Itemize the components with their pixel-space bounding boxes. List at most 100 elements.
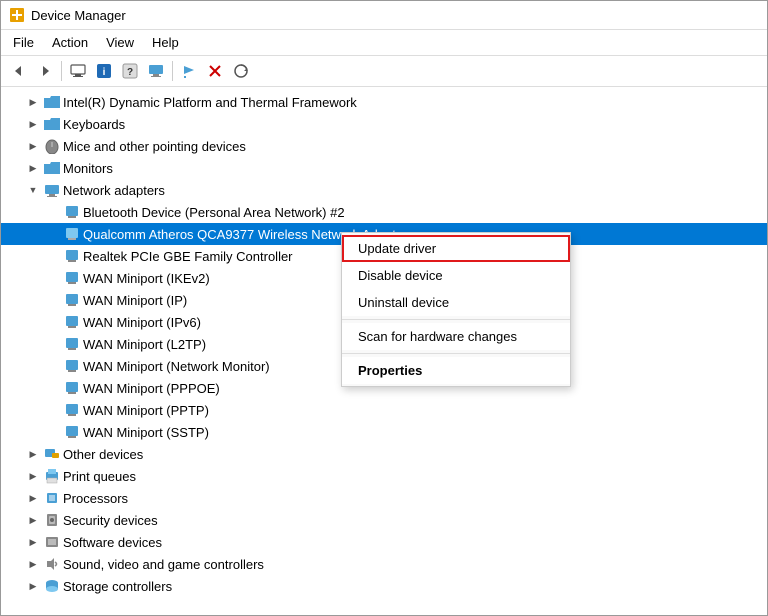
tree-item-processors[interactable]: Processors: [1, 487, 767, 509]
delete-button[interactable]: [203, 59, 227, 83]
menu-help[interactable]: Help: [144, 32, 187, 53]
tree-item-security[interactable]: Security devices: [1, 509, 767, 531]
folder-icon-intel: [44, 94, 60, 110]
wan-ikev2-label: WAN Miniport (IKEv2): [83, 271, 210, 286]
software-label: Software devices: [63, 535, 162, 550]
context-menu-uninstall-device[interactable]: Uninstall device: [342, 289, 570, 316]
wan-nm-label: WAN Miniport (Network Monitor): [83, 359, 270, 374]
tree-item-bluetooth[interactable]: Bluetooth Device (Personal Area Network)…: [1, 201, 767, 223]
svg-text:?: ?: [127, 67, 133, 78]
network-device-icon-wan-sstp: [64, 424, 80, 440]
wan-ipv6-label: WAN Miniport (IPv6): [83, 315, 201, 330]
tree-item-other[interactable]: Other devices: [1, 443, 767, 465]
other-label: Other devices: [63, 447, 143, 462]
context-menu-update-driver[interactable]: Update driver: [342, 235, 570, 262]
folder-icon-keyboards: [44, 116, 60, 132]
tree-item-software[interactable]: Software devices: [1, 531, 767, 553]
tree-item-network[interactable]: Network adapters: [1, 179, 767, 201]
back-button[interactable]: [7, 59, 31, 83]
menu-file[interactable]: File: [5, 32, 42, 53]
network-label: Network adapters: [63, 183, 165, 198]
expander-intel[interactable]: [25, 94, 41, 110]
tree-item-sound[interactable]: Sound, video and game controllers: [1, 553, 767, 575]
expander-security[interactable]: [25, 512, 41, 528]
forward-button[interactable]: [33, 59, 57, 83]
tree-item-wan-sstp[interactable]: WAN Miniport (SSTP): [1, 421, 767, 443]
tree-item-mice[interactable]: Mice and other pointing devices: [1, 135, 767, 157]
expander-keyboards[interactable]: [25, 116, 41, 132]
network-device-icon-realtek: [64, 248, 80, 264]
processors-icon: [44, 490, 60, 506]
wan-sstp-label: WAN Miniport (SSTP): [83, 425, 209, 440]
mouse-icon: [44, 138, 60, 154]
toolbar: i ?: [1, 56, 767, 87]
storage-label: Storage controllers: [63, 579, 172, 594]
storage-icon: [44, 578, 60, 594]
tree-item-print[interactable]: Print queues: [1, 465, 767, 487]
tree-item-keyboards[interactable]: Keyboards: [1, 113, 767, 135]
tree-item-storage[interactable]: Storage controllers: [1, 575, 767, 597]
print-label: Print queues: [63, 469, 136, 484]
computer-button[interactable]: [66, 59, 90, 83]
flag-button[interactable]: [177, 59, 201, 83]
keyboards-label: Keyboards: [63, 117, 125, 132]
wan-l2tp-label: WAN Miniport (L2TP): [83, 337, 206, 352]
menu-action[interactable]: Action: [44, 32, 96, 53]
expander-network[interactable]: [25, 182, 41, 198]
network-device-icon-wan-ipv6: [64, 314, 80, 330]
intel-label: Intel(R) Dynamic Platform and Thermal Fr…: [63, 95, 357, 110]
info-button[interactable]: i: [92, 59, 116, 83]
toolbar-sep-1: [61, 61, 62, 81]
context-menu: Update driver Disable device Uninstall d…: [341, 232, 571, 387]
processors-label: Processors: [63, 491, 128, 506]
network-icon: [44, 182, 60, 198]
context-menu-properties[interactable]: Properties: [342, 357, 570, 384]
security-label: Security devices: [63, 513, 158, 528]
expander-storage[interactable]: [25, 578, 41, 594]
context-menu-scan[interactable]: Scan for hardware changes: [342, 323, 570, 350]
help-button[interactable]: ?: [118, 59, 142, 83]
menu-view[interactable]: View: [98, 32, 142, 53]
expander-sound[interactable]: [25, 556, 41, 572]
toolbar-sep-2: [172, 61, 173, 81]
device-manager-window: Device Manager File Action View Help i: [0, 0, 768, 616]
refresh-button[interactable]: [229, 59, 253, 83]
network-device-icon-wan-nm: [64, 358, 80, 374]
tree-item-intel[interactable]: Intel(R) Dynamic Platform and Thermal Fr…: [1, 91, 767, 113]
software-icon: [44, 534, 60, 550]
window-title: Device Manager: [31, 8, 126, 23]
tree-item-monitors[interactable]: Monitors: [1, 157, 767, 179]
network-device-icon-wan-pptp: [64, 402, 80, 418]
other-devices-icon: [44, 446, 60, 462]
security-icon: [44, 512, 60, 528]
wan-pptp-label: WAN Miniport (PPTP): [83, 403, 209, 418]
sound-icon: [44, 556, 60, 572]
realtek-label: Realtek PCIe GBE Family Controller: [83, 249, 293, 264]
tree-content[interactable]: Intel(R) Dynamic Platform and Thermal Fr…: [1, 87, 767, 615]
expander-software[interactable]: [25, 534, 41, 550]
sound-label: Sound, video and game controllers: [63, 557, 264, 572]
expander-mice[interactable]: [25, 138, 41, 154]
menu-bar: File Action View Help: [1, 30, 767, 56]
expander-monitors[interactable]: [25, 160, 41, 176]
expander-processors[interactable]: [25, 490, 41, 506]
monitor-button[interactable]: [144, 59, 168, 83]
bluetooth-label: Bluetooth Device (Personal Area Network)…: [83, 205, 345, 220]
context-menu-disable-device[interactable]: Disable device: [342, 262, 570, 289]
tree-item-wan-pptp[interactable]: WAN Miniport (PPTP): [1, 399, 767, 421]
expander-print[interactable]: [25, 468, 41, 484]
network-device-icon-wan-pppoe: [64, 380, 80, 396]
network-device-icon-wan-ip: [64, 292, 80, 308]
network-device-icon-wan-ikev2: [64, 270, 80, 286]
monitors-label: Monitors: [63, 161, 113, 176]
context-menu-sep-2: [342, 353, 570, 354]
network-device-icon-qualcomm: [64, 226, 80, 242]
network-device-icon-bluetooth: [64, 204, 80, 220]
mice-label: Mice and other pointing devices: [63, 139, 246, 154]
network-device-icon-wan-l2tp: [64, 336, 80, 352]
wan-pppoe-label: WAN Miniport (PPPOE): [83, 381, 220, 396]
expander-other[interactable]: [25, 446, 41, 462]
folder-icon-monitors: [44, 160, 60, 176]
wan-ip-label: WAN Miniport (IP): [83, 293, 187, 308]
svg-text:i: i: [103, 67, 106, 78]
